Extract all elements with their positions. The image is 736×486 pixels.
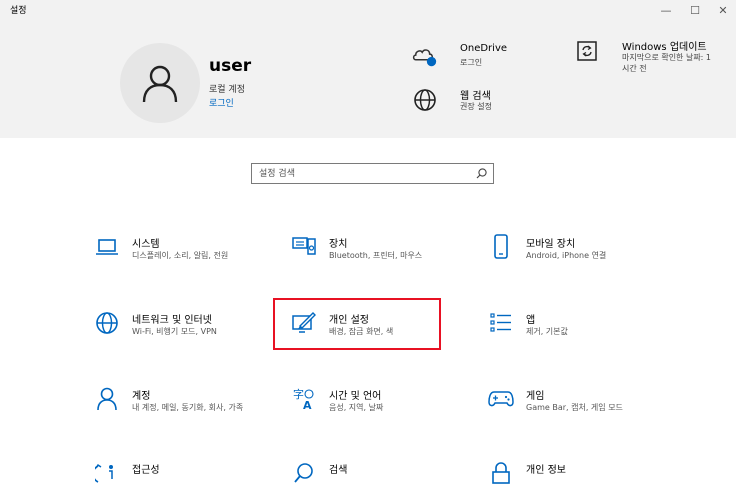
keyboard-speaker-icon bbox=[291, 234, 317, 260]
onedrive-icon bbox=[412, 43, 438, 69]
category-name: 게임 bbox=[526, 391, 545, 402]
category-gaming[interactable]: 게임 Game Bar, 캡처, 게임 모드 bbox=[488, 386, 678, 430]
svg-text:A: A bbox=[303, 399, 312, 412]
globe-icon bbox=[412, 87, 438, 113]
category-name: 검색 bbox=[329, 465, 348, 476]
windows-update-title: Windows 업데이트 bbox=[622, 42, 707, 53]
account-name: user bbox=[209, 56, 252, 76]
minimize-icon: — bbox=[660, 3, 672, 17]
category-phone[interactable]: 모바일 장치 Android, iPhone 연결 bbox=[488, 234, 678, 278]
category-time-language[interactable]: 字 A 시간 및 언어 음성, 지역, 날짜 bbox=[291, 386, 481, 430]
web-search-subtitle: 권장 설정 bbox=[460, 102, 492, 111]
category-ease-of-access[interactable]: 접근성 bbox=[94, 460, 284, 483]
account-type: 로컬 계정 bbox=[209, 85, 245, 95]
category-name: 시스템 bbox=[132, 239, 160, 250]
category-accounts[interactable]: 계정 내 계정, 메일, 동기화, 회사, 가족 bbox=[94, 386, 284, 430]
laptop-icon bbox=[94, 234, 120, 260]
category-desc: Wi-Fi, 비행기 모드, VPN bbox=[132, 327, 217, 336]
category-name: 접근성 bbox=[132, 465, 160, 476]
maximize-icon: ☐ bbox=[690, 3, 700, 17]
category-name: 네트워크 및 인터넷 bbox=[132, 315, 212, 326]
search-icon[interactable] bbox=[475, 167, 488, 180]
category-network[interactable]: 네트워크 및 인터넷 Wi-Fi, 비행기 모드, VPN bbox=[94, 310, 284, 354]
lock-icon bbox=[488, 460, 514, 486]
category-name: 계정 bbox=[132, 391, 151, 402]
time-language-icon: 字 A bbox=[291, 386, 317, 412]
person-icon bbox=[94, 386, 120, 412]
category-desc: Android, iPhone 연결 bbox=[526, 251, 607, 260]
category-system[interactable]: 시스템 디스플레이, 소리, 알림, 전원 bbox=[94, 234, 284, 278]
category-desc: Game Bar, 캡처, 게임 모드 bbox=[526, 403, 623, 412]
category-privacy[interactable]: 개인 정보 bbox=[488, 460, 678, 484]
search-input[interactable] bbox=[252, 164, 474, 183]
category-desc: Bluetooth, 프린터, 마우스 bbox=[329, 251, 423, 260]
category-search[interactable]: 검색 bbox=[291, 460, 481, 483]
account-header: user 로컬 계정 로그인 OneDrive 로그인 웹 검색 권장 설정 W… bbox=[0, 20, 736, 138]
title-bar: 설정 — ☐ ✕ bbox=[0, 0, 736, 20]
close-icon: ✕ bbox=[718, 3, 728, 17]
category-name: 장치 bbox=[329, 239, 348, 250]
category-name: 앱 bbox=[526, 315, 536, 326]
phone-icon bbox=[488, 234, 514, 260]
onedrive-subtitle: 로그인 bbox=[460, 58, 483, 67]
onedrive-title: OneDrive bbox=[460, 43, 508, 54]
apps-list-icon bbox=[488, 310, 514, 336]
category-desc: 제거, 기본값 bbox=[526, 327, 568, 336]
web-search-title: 웹 검색 bbox=[460, 91, 491, 102]
category-name: 개인 정보 bbox=[526, 465, 566, 476]
web-search-item[interactable]: 웹 검색 권장 설정 bbox=[412, 87, 562, 119]
windows-update-item[interactable]: Windows 업데이트 마지막으로 확인한 날짜: 1시간 전 bbox=[574, 38, 724, 86]
settings-search[interactable] bbox=[251, 163, 494, 184]
search-icon bbox=[291, 460, 317, 486]
category-desc: 음성, 지역, 날짜 bbox=[329, 403, 384, 412]
category-apps[interactable]: 앱 제거, 기본값 bbox=[488, 310, 678, 354]
user-icon bbox=[142, 65, 178, 103]
category-devices[interactable]: 장치 Bluetooth, 프린터, 마우스 bbox=[291, 234, 481, 278]
selection-highlight bbox=[273, 298, 441, 350]
close-button[interactable]: ✕ bbox=[706, 0, 736, 20]
ease-of-access-icon bbox=[94, 460, 120, 486]
category-name: 시간 및 언어 bbox=[329, 391, 382, 402]
window-title: 설정 bbox=[10, 6, 27, 16]
category-name: 모바일 장치 bbox=[526, 239, 576, 250]
avatar[interactable] bbox=[120, 43, 200, 123]
category-desc: 내 계정, 메일, 동기화, 회사, 가족 bbox=[132, 403, 244, 412]
windows-update-icon bbox=[574, 38, 600, 64]
category-desc: 디스플레이, 소리, 알림, 전원 bbox=[132, 251, 229, 260]
gamepad-icon bbox=[488, 386, 514, 412]
windows-update-subtitle: 마지막으로 확인한 날짜: 1시간 전 bbox=[622, 53, 712, 73]
onedrive-item[interactable]: OneDrive 로그인 bbox=[412, 43, 562, 75]
sign-in-link[interactable]: 로그인 bbox=[209, 96, 234, 109]
globe-icon bbox=[94, 310, 120, 336]
